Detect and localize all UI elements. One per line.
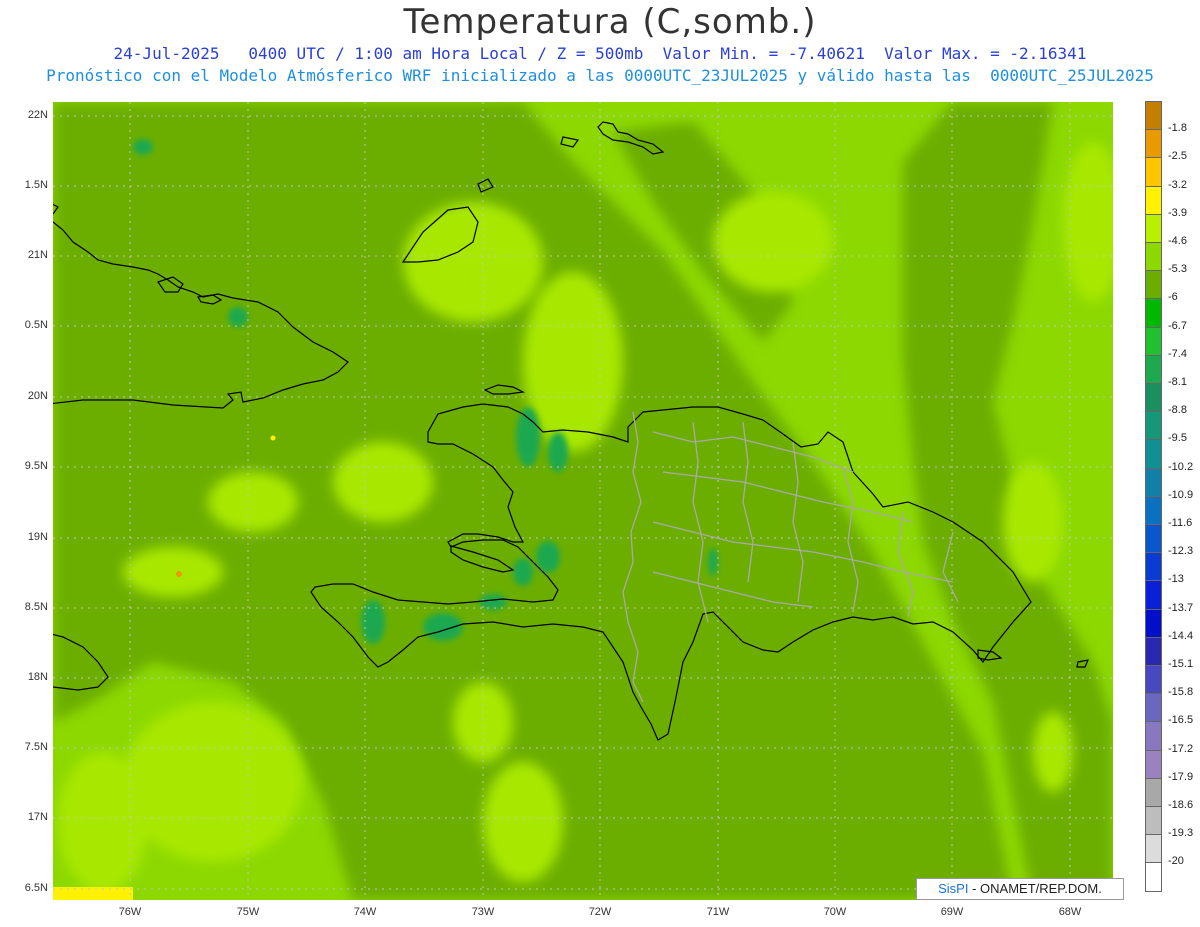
colorbar-swatch bbox=[1145, 383, 1162, 413]
colorbar-swatch bbox=[1145, 806, 1162, 836]
colorbar-swatch bbox=[1145, 411, 1162, 441]
lat-label: 9.5N bbox=[24, 460, 48, 472]
colorbar-label: -2.5 bbox=[1168, 150, 1187, 163]
valid-time-line: 24-Jul-2025 0400 UTC / 1:00 am Hora Loca… bbox=[113, 44, 1087, 63]
lon-label: 72W bbox=[588, 906, 612, 918]
lat-label: 18N bbox=[27, 671, 48, 683]
colorbar-swatch bbox=[1145, 608, 1162, 638]
colorbar-label: -10.2 bbox=[1168, 460, 1194, 473]
colorbar-label: -15.8 bbox=[1168, 686, 1194, 699]
lat-label: 20N bbox=[27, 390, 48, 402]
colorbar-label: -3.9 bbox=[1168, 206, 1187, 219]
colorbar-swatch bbox=[1145, 298, 1162, 328]
temperature-map bbox=[53, 102, 1113, 900]
colorbar-swatch bbox=[1145, 185, 1162, 215]
colorbar-swatch bbox=[1145, 580, 1162, 610]
lon-label: 70W bbox=[823, 906, 847, 918]
lat-label: 1.5N bbox=[24, 179, 48, 191]
colorbar-swatch bbox=[1145, 242, 1162, 272]
colorbar-swatch bbox=[1145, 439, 1162, 469]
credit-text: - ONAMET/REP.DOM. bbox=[968, 881, 1102, 896]
colorbar-label: -10.9 bbox=[1168, 488, 1194, 501]
colorbar-label: -7.4 bbox=[1168, 347, 1187, 360]
colorbar-label: -8.8 bbox=[1168, 404, 1187, 417]
lon-label: 68W bbox=[1058, 906, 1082, 918]
sispi-logo: SisPI bbox=[938, 881, 969, 896]
colorbar-label: -5.3 bbox=[1168, 263, 1187, 276]
colorbar-swatch bbox=[1145, 467, 1162, 497]
colorbar-swatch bbox=[1145, 552, 1162, 582]
colorbar-swatch bbox=[1145, 326, 1162, 356]
lon-label: 74W bbox=[353, 906, 377, 918]
colorbar-label: -12.3 bbox=[1168, 545, 1194, 558]
colorbar-swatch bbox=[1145, 665, 1162, 695]
lat-label: 22N bbox=[27, 109, 48, 121]
colorbar-label: -3.2 bbox=[1168, 178, 1187, 191]
colorbar-label: -13 bbox=[1168, 573, 1184, 586]
colorbar-swatch bbox=[1145, 524, 1162, 554]
lat-label: 8.5N bbox=[24, 601, 48, 613]
colorbar-swatch bbox=[1145, 834, 1162, 864]
lon-label: 76W bbox=[118, 906, 142, 918]
colorbar-label: -18.6 bbox=[1168, 799, 1194, 811]
lat-label: 21N bbox=[27, 249, 48, 261]
colorbar-label: -20 bbox=[1168, 855, 1184, 868]
colorbar-swatch bbox=[1145, 270, 1162, 300]
colorbar-label: -9.5 bbox=[1168, 432, 1187, 445]
lon-label: 71W bbox=[706, 906, 730, 918]
colorbar-label: -17.9 bbox=[1168, 770, 1194, 783]
lon-label: 73W bbox=[471, 906, 495, 918]
colorbar-swatch bbox=[1145, 862, 1162, 892]
lat-label: 0.5N bbox=[24, 319, 48, 331]
colorbar-swatch bbox=[1145, 721, 1162, 751]
colorbar-swatch bbox=[1145, 693, 1162, 723]
model-info-line: Pronóstico con el Modelo Atmósferico WRF… bbox=[46, 66, 1154, 85]
colorbar-swatch bbox=[1145, 101, 1162, 131]
lat-label: 6.5N bbox=[24, 882, 48, 894]
colorbar-swatch bbox=[1145, 157, 1162, 187]
colorbar-label: -11.6 bbox=[1168, 517, 1193, 529]
colorbar-label: -4.6 bbox=[1168, 235, 1187, 247]
colorbar-label: -13.7 bbox=[1168, 601, 1194, 614]
colorbar-swatch bbox=[1145, 213, 1162, 243]
colorbar-swatch bbox=[1145, 749, 1162, 779]
lon-label: 69W bbox=[940, 906, 964, 918]
colorbar-label: -6.7 bbox=[1168, 319, 1187, 332]
colorbar-label: -15.1 bbox=[1168, 658, 1194, 670]
lon-label: 75W bbox=[236, 906, 260, 918]
colorbar-swatch bbox=[1145, 495, 1162, 525]
colorbar-label: -16.5 bbox=[1168, 714, 1194, 727]
colorbar-label: -14.4 bbox=[1168, 629, 1194, 642]
colorbar-swatch bbox=[1145, 777, 1162, 807]
colorbar-label: -8.1 bbox=[1168, 376, 1187, 388]
credit-box: SisPI - ONAMET/REP.DOM. bbox=[916, 878, 1124, 900]
colorbar-label: -19.3 bbox=[1168, 827, 1194, 840]
lat-label: 7.5N bbox=[24, 741, 48, 753]
lat-label: 17N bbox=[27, 811, 48, 823]
colorbar-swatch bbox=[1145, 129, 1162, 159]
colorbar-swatch bbox=[1145, 636, 1162, 666]
map-title: Temperatura (C,somb.) bbox=[403, 2, 817, 42]
colorbar-label: -6 bbox=[1168, 291, 1178, 304]
colorbar-label: -17.2 bbox=[1168, 742, 1194, 755]
lat-label: 19N bbox=[27, 531, 48, 543]
colorbar-swatch bbox=[1145, 354, 1162, 384]
colorbar-label: -1.8 bbox=[1168, 122, 1187, 135]
